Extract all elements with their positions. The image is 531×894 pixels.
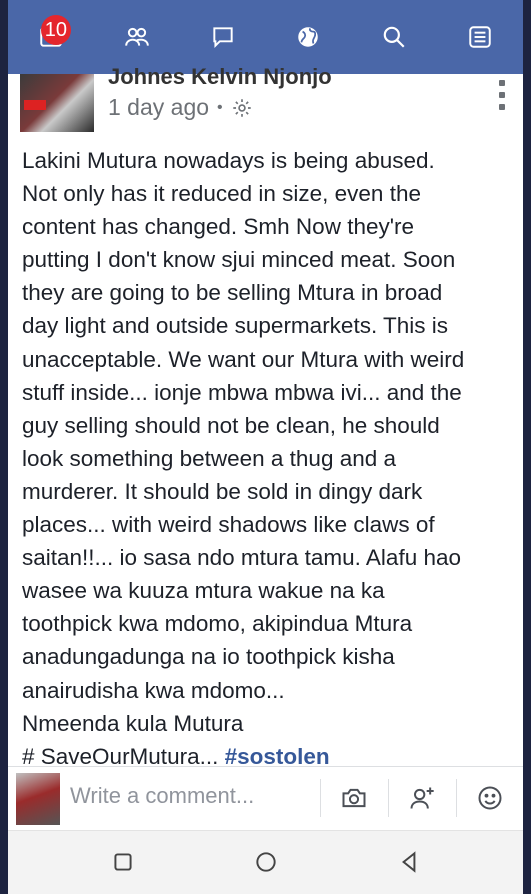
meta-separator: • — [217, 98, 223, 116]
post-line: guy selling should not be clean, he shou… — [22, 412, 440, 438]
post-line: content has changed. Smh Now they're — [22, 214, 415, 240]
camera-button[interactable] — [337, 781, 371, 815]
post-line: murderer. It should be sold in dingy dar… — [22, 478, 423, 504]
search-icon — [383, 26, 405, 48]
post-line: stuff inside... ionje mbwa mbwa ivi... a… — [22, 379, 462, 405]
post-line: putting I don't know sjui minced meat. S… — [22, 247, 456, 273]
dot-3 — [499, 104, 505, 110]
friends-tab[interactable] — [117, 17, 157, 57]
camera-icon — [342, 788, 366, 808]
back-button[interactable] — [392, 845, 426, 879]
app-frame: 10 Johnes Kelvin Njonjo 1 day ago • Laki… — [8, 0, 523, 894]
recents-button[interactable] — [106, 845, 140, 879]
post-line: they are going to be selling Mtura in br… — [22, 280, 443, 306]
comment-bar: Write a comment... — [8, 766, 523, 831]
post-line: day light and outside supermarkets. This… — [22, 313, 449, 339]
android-navigation-bar — [8, 830, 523, 894]
add-person-icon — [410, 787, 434, 809]
messages-icon — [212, 27, 233, 49]
notification-badge: 10 — [40, 15, 71, 45]
menu-tab[interactable] — [460, 17, 500, 57]
friends-icon — [124, 27, 149, 46]
search-tab[interactable] — [374, 17, 414, 57]
post-line: Nmeenda kula Mutura — [22, 710, 244, 736]
home-button[interactable] — [249, 845, 283, 879]
smiley-icon — [478, 786, 502, 810]
post-options-button[interactable] — [497, 80, 507, 110]
globe-tab[interactable] — [288, 17, 328, 57]
post-header: Johnes Kelvin Njonjo 1 day ago • — [8, 64, 523, 140]
divider — [388, 779, 389, 817]
dot-1 — [499, 80, 505, 86]
tag-friends-button[interactable] — [405, 781, 439, 815]
post-line: wasee wa kuuza mtura wakue na ka — [22, 578, 385, 604]
post-line: Not only has it reduced in size, even th… — [22, 181, 421, 207]
author-name[interactable]: Johnes Kelvin Njonjo — [108, 64, 332, 90]
post-line: toothpick kwa mdomo, akipindua Mtura — [22, 611, 413, 637]
news-feed-tab[interactable]: 10 — [31, 15, 71, 57]
user-avatar — [16, 773, 60, 825]
post-line: look something between a thug and a — [22, 445, 397, 471]
post-line: places... with weird shadows like claws … — [22, 512, 435, 538]
divider — [320, 779, 321, 817]
comment-input[interactable]: Write a comment... — [70, 783, 254, 809]
menu-icon — [469, 26, 491, 48]
post-line: anadungadunga na io toothpick kisha — [22, 644, 395, 670]
post-meta: 1 day ago • — [108, 94, 253, 121]
avatar-badge — [24, 100, 46, 110]
post-time[interactable]: 1 day ago — [108, 94, 209, 121]
back-triangle-icon — [402, 851, 416, 873]
square-icon — [114, 853, 132, 871]
hashtag-link[interactable]: #sostolen — [225, 744, 330, 769]
author-avatar[interactable] — [20, 74, 94, 132]
emoji-button[interactable] — [473, 781, 507, 815]
top-navigation-bar: 10 — [8, 0, 523, 74]
hashtag-prefix: # SaveOurMutura... — [22, 743, 225, 769]
post-line: unacceptable. We want our Mtura with wei… — [22, 346, 465, 372]
post-line: saitan!!... io sasa ndo mtura tamu. Alaf… — [22, 545, 462, 571]
post-body: Lakini Mutura nowadays is being abused. … — [22, 144, 518, 773]
circle-icon — [256, 852, 276, 872]
post-line: Lakini Mutura nowadays is being abused. — [22, 148, 435, 173]
dot-2 — [499, 92, 505, 98]
settings-icon[interactable] — [231, 97, 253, 119]
divider — [456, 779, 457, 817]
messages-tab[interactable] — [203, 17, 243, 57]
globe-icon — [298, 27, 319, 47]
post-line: anairudisha kwa mdomo... — [22, 677, 285, 703]
